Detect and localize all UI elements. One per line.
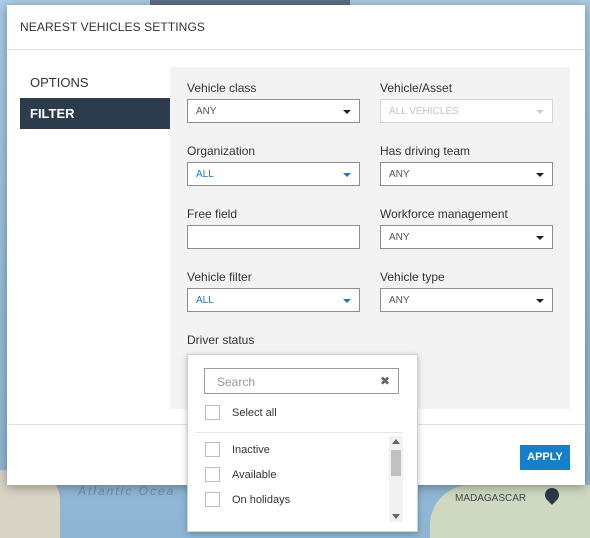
- driver-status-dropdown: ✖ Select all Inactive Available On holid…: [187, 354, 418, 532]
- vehicle-class-label: Vehicle class: [187, 81, 257, 95]
- organization-field: Organization ALL: [187, 144, 360, 186]
- has-driving-team-label: Has driving team: [380, 144, 471, 158]
- workforce-management-field: Workforce management ANY: [380, 207, 553, 249]
- vehicle-asset-label: Vehicle/Asset: [380, 81, 453, 95]
- modal-nav: OPTIONS FILTER: [20, 67, 170, 129]
- dropdown-search-input[interactable]: [205, 369, 389, 395]
- driver-status-field: Driver status: [187, 333, 360, 351]
- has-driving-team-value: ANY: [389, 169, 410, 180]
- modal-header: NEAREST VEHICLES SETTINGS: [7, 5, 585, 50]
- clear-icon[interactable]: ✖: [380, 374, 390, 388]
- caret-down-icon: [536, 236, 544, 240]
- has-driving-team-select[interactable]: ANY: [380, 162, 553, 186]
- workforce-management-value: ANY: [389, 232, 410, 243]
- vehicle-filter-value: ALL: [196, 295, 214, 306]
- option-checkbox[interactable]: [205, 492, 220, 507]
- caret-down-icon: [343, 110, 351, 114]
- free-field-input[interactable]: [187, 225, 360, 249]
- option-checkbox[interactable]: [205, 442, 220, 457]
- map-country-label: MADAGASCAR: [455, 493, 527, 504]
- vehicle-type-value: ANY: [389, 295, 410, 306]
- list-item[interactable]: On holidays: [196, 487, 403, 512]
- vehicle-type-label: Vehicle type: [380, 270, 445, 284]
- organization-label: Organization: [187, 144, 256, 158]
- workforce-management-label: Workforce management: [380, 207, 508, 221]
- dropdown-options-list: Inactive Available On holidays: [196, 432, 403, 523]
- vehicle-type-select[interactable]: ANY: [380, 288, 553, 312]
- select-all-option[interactable]: Select all: [205, 405, 277, 420]
- scroll-up-icon[interactable]: [392, 439, 400, 444]
- scroll-down-icon[interactable]: [392, 514, 400, 519]
- vehicle-asset-value: ALL VEHICLES: [389, 106, 459, 117]
- free-field-label: Free field: [187, 207, 238, 221]
- select-all-checkbox[interactable]: [205, 405, 220, 420]
- caret-down-icon: [536, 110, 544, 114]
- organization-value: ALL: [196, 169, 214, 180]
- workforce-management-select[interactable]: ANY: [380, 225, 553, 249]
- caret-down-icon: [343, 299, 351, 303]
- option-label: Inactive: [232, 443, 270, 456]
- dropdown-scrollbar[interactable]: [389, 436, 403, 522]
- map-ocean-label: Atlantic Ocea: [78, 484, 176, 498]
- vehicle-filter-field: Vehicle filter ALL: [187, 270, 360, 312]
- select-all-label: Select all: [232, 406, 277, 419]
- driver-status-label: Driver status: [187, 333, 255, 347]
- vehicle-class-field: Vehicle class ANY: [187, 81, 360, 123]
- vehicle-class-select[interactable]: ANY: [187, 99, 360, 123]
- vehicle-asset-select: ALL VEHICLES: [380, 99, 553, 123]
- apply-button[interactable]: APPLY: [520, 445, 570, 470]
- caret-down-icon: [536, 299, 544, 303]
- dropdown-search-box: ✖: [204, 368, 399, 395]
- nav-item-options[interactable]: OPTIONS: [20, 67, 170, 98]
- option-label: Available: [232, 468, 277, 481]
- modal-title: NEAREST VEHICLES SETTINGS: [20, 20, 205, 34]
- option-label: On holidays: [232, 493, 291, 506]
- list-item[interactable]: Inactive: [196, 437, 403, 462]
- has-driving-team-field: Has driving team ANY: [380, 144, 553, 186]
- vehicle-filter-label: Vehicle filter: [187, 270, 252, 284]
- vehicle-asset-field: Vehicle/Asset ALL VEHICLES: [380, 81, 553, 123]
- list-item[interactable]: Available: [196, 462, 403, 487]
- scroll-thumb[interactable]: [391, 450, 401, 476]
- vehicle-type-field: Vehicle type ANY: [380, 270, 553, 312]
- vehicle-filter-select[interactable]: ALL: [187, 288, 360, 312]
- organization-select[interactable]: ALL: [187, 162, 360, 186]
- vehicle-class-value: ANY: [196, 106, 217, 117]
- caret-down-icon: [343, 173, 351, 177]
- free-field-field: Free field: [187, 207, 360, 249]
- option-checkbox[interactable]: [205, 467, 220, 482]
- caret-down-icon: [536, 173, 544, 177]
- nav-item-filter[interactable]: FILTER: [20, 98, 170, 129]
